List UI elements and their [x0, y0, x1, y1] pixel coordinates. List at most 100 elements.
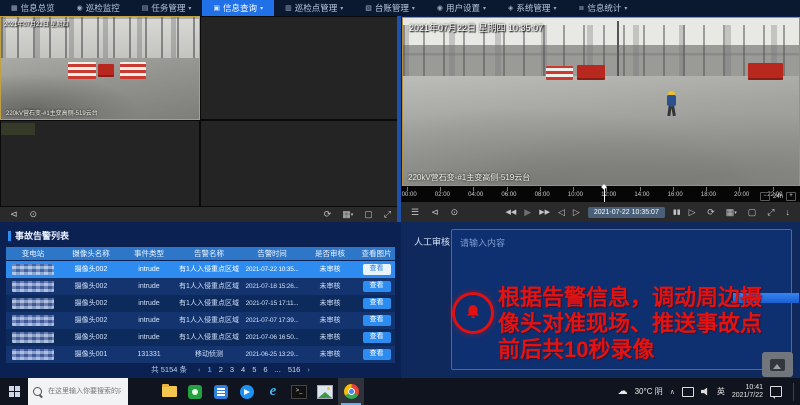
app-chrome-active[interactable]	[338, 378, 364, 405]
cell-review-status: 未审核	[302, 312, 358, 329]
timeline-playhead[interactable]	[604, 186, 605, 202]
show-desktop-button[interactable]	[793, 383, 794, 401]
fullscreen-icon[interactable]: ⤢	[767, 208, 774, 217]
zoom-out-button[interactable]: −	[760, 192, 770, 201]
prev-frame-button[interactable]: ◁	[558, 208, 565, 217]
volume-icon[interactable]: ⊲	[10, 210, 18, 219]
next-page-button[interactable]: ›	[307, 365, 310, 374]
pip-icon[interactable]: ▢	[748, 208, 757, 217]
table-row[interactable]: 摄像头002 intrude 有1人入侵重点区域 2021-07-06 16:5…	[6, 329, 395, 346]
display-icon[interactable]	[682, 387, 694, 397]
speaker-icon[interactable]	[701, 388, 710, 396]
view-image-button[interactable]: 查看	[363, 332, 391, 343]
page-4[interactable]: 4	[241, 365, 245, 374]
fast-forward-button[interactable]: ▶▶	[539, 209, 550, 216]
prev-page-button[interactable]: ‹	[198, 365, 201, 374]
page-516[interactable]: 516	[288, 365, 301, 374]
video-cell-2-empty[interactable]	[200, 16, 401, 120]
chevron-down-icon: ▾	[260, 5, 263, 12]
video-cell-1-live[interactable]: 2021年07月22日 星期四 220kV营石变-#1主变高侧-519云台	[0, 16, 200, 120]
table-row[interactable]: 摄像头002 intrude 有1人入侵重点区域 2021-07-15 17:1…	[6, 295, 395, 312]
nav-label: 信息查询	[223, 2, 257, 14]
cell-event-type: intrude	[122, 295, 176, 312]
play-button[interactable]: ▷	[689, 208, 696, 217]
view-image-button[interactable]: 查看	[363, 315, 391, 326]
annotation-line: 像头对准现场、推送事故点	[498, 311, 800, 337]
volume-icon[interactable]: ⊲	[431, 208, 439, 217]
app-media[interactable]	[234, 378, 260, 405]
cell-review-status: 未审核	[302, 261, 358, 278]
download-icon[interactable]: ↓	[786, 208, 791, 217]
table-row[interactable]: 摄像头002 intrude 有1人入侵重点区域 2021-07-18 15:2…	[6, 278, 395, 295]
view-image-button[interactable]: 查看	[363, 349, 391, 360]
table-row[interactable]: 摄像头002 intrude 有1人入侵重点区域 2021-07-22 10:3…	[6, 261, 395, 278]
fullscreen-icon[interactable]: ⤢	[384, 210, 391, 219]
nav-item-task-mgmt[interactable]: ▤任务管理▾	[131, 0, 203, 16]
censored-substation	[12, 264, 54, 275]
taskbar-search[interactable]	[28, 378, 128, 405]
table-row[interactable]: 摄像头002 intrude 有1人入侵重点区域 2021-07-07 17:3…	[6, 312, 395, 329]
start-button[interactable]	[0, 378, 28, 405]
grid-layout-icon[interactable]: ▦▾	[726, 208, 737, 217]
nav-item-overview[interactable]: ▦信息总览	[0, 0, 66, 16]
app-file-explorer[interactable]	[156, 378, 182, 405]
timeline-range-control: − 24h +	[760, 192, 796, 201]
app-internet-explorer[interactable]: e	[260, 378, 286, 405]
page-6[interactable]: 6	[263, 365, 267, 374]
loop-icon[interactable]: ⟳	[707, 208, 715, 217]
column-header: 摄像头名称	[60, 247, 122, 260]
query-icon: ▣	[213, 4, 220, 12]
app-blue[interactable]	[208, 378, 234, 405]
zoom-in-button[interactable]: +	[786, 192, 796, 201]
nav-item-info-query[interactable]: ▣信息查询▾	[202, 0, 274, 16]
nav-item-ledger-mgmt[interactable]: ▧台账管理▾	[354, 0, 426, 16]
filter-icon[interactable]: ☰	[411, 208, 419, 217]
ledger-icon: ▧	[365, 4, 372, 12]
page-ellipsis: ...	[275, 365, 281, 374]
notification-center-icon[interactable]	[770, 386, 782, 397]
input-language-indicator[interactable]: 英	[717, 386, 725, 397]
media-app-icon	[240, 385, 254, 399]
cell-alarm-time: 2021-07-15 17:11...	[242, 295, 302, 312]
play-dim-icon[interactable]: ▶	[524, 208, 531, 217]
app-remote-tool[interactable]	[182, 378, 208, 405]
loop-icon[interactable]: ⟳	[324, 210, 332, 219]
video-cell-3-empty[interactable]	[0, 120, 200, 207]
nav-item-info-stats[interactable]: ≣信息统计▾	[567, 0, 638, 16]
page-3[interactable]: 3	[230, 365, 234, 374]
playback-timeline[interactable]: 00:00 02:00 04:00 06:00 08:00 10:00 12:0…	[401, 186, 800, 202]
nav-item-user-settings[interactable]: ◉用户设置▾	[426, 0, 497, 16]
tray-chevron-icon[interactable]: ∧	[670, 388, 675, 396]
view-image-button[interactable]: 查看	[363, 281, 391, 292]
cell-camera: 摄像头002	[60, 261, 122, 278]
next-frame-button[interactable]: ▷	[573, 208, 580, 217]
view-image-button[interactable]: 查看	[363, 298, 391, 309]
grid-layout-icon[interactable]: ▦▾	[342, 210, 353, 219]
app-terminal[interactable]: >_	[286, 378, 312, 405]
search-input[interactable]	[46, 387, 123, 396]
snapshot-icon[interactable]: ⊙	[30, 210, 38, 219]
view-image-button[interactable]: 查看	[363, 264, 391, 275]
pause-button[interactable]: ▮▮	[673, 209, 681, 216]
snapshot-icon[interactable]: ⊙	[451, 208, 459, 217]
video-cell-4-empty[interactable]	[200, 120, 401, 207]
worker-figure	[664, 91, 678, 117]
pip-icon[interactable]: ▢	[364, 210, 373, 219]
column-header: 查看图片	[358, 247, 395, 260]
table-row[interactable]: 摄像头001 131331 移动侦测 2021-06-25 13:29... 未…	[6, 346, 395, 363]
playback-video[interactable]: 2021年07月22日 星期四 10:35:07 220kV营石变-#1主变高侧…	[402, 17, 800, 186]
nav-item-monitor[interactable]: ◉巡检监控	[66, 0, 131, 16]
taskbar-clock[interactable]: 10:41 2021/7/22	[732, 384, 763, 400]
page-2[interactable]: 2	[219, 365, 223, 374]
timeline-tick: 12:00	[601, 186, 634, 202]
rewind-button[interactable]: ◀◀	[506, 209, 517, 216]
nav-item-point-mgmt[interactable]: ▥巡检点管理▾	[274, 0, 354, 16]
page-5[interactable]: 5	[252, 365, 256, 374]
app-photos[interactable]	[312, 378, 338, 405]
page-1[interactable]: 1	[208, 365, 212, 374]
censored-substation	[12, 298, 54, 309]
nav-item-system-mgmt[interactable]: ◈系统管理▾	[497, 0, 567, 16]
cell-alarm-time: 2021-07-18 15:26...	[242, 278, 302, 295]
floating-capture-button[interactable]	[762, 352, 793, 377]
striped-barrier	[546, 66, 574, 79]
